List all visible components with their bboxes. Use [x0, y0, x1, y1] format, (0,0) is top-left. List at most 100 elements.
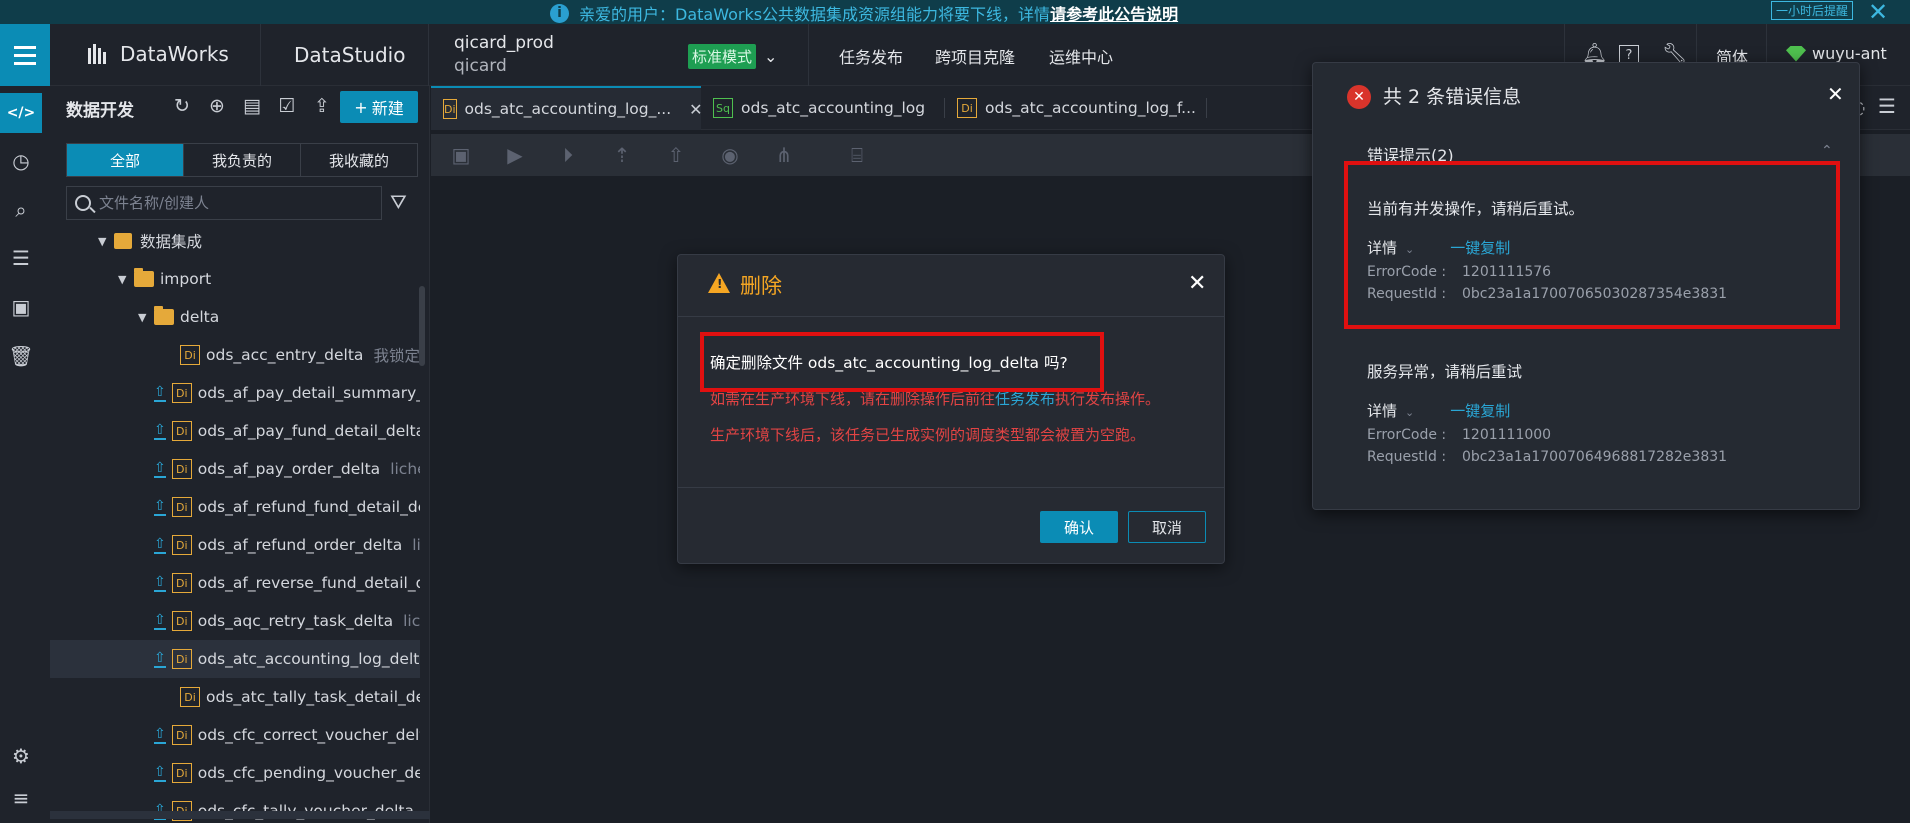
nav-ops-center[interactable]: 运维中心 — [1049, 44, 1113, 68]
published-icon: ⇧ — [154, 574, 166, 592]
list-item[interactable]: ⇧ Di ods_af_refund_fund_detail_del — [50, 488, 420, 526]
publish-icon[interactable]: ⇧ — [664, 143, 688, 167]
refresh-icon[interactable]: ↻ — [168, 92, 196, 120]
file-name: ods_af_refund_fund_detail_del — [197, 498, 420, 516]
editor-tab[interactable]: Sq ods_atc_accounting_log — [701, 86, 945, 130]
run-with-params-icon[interactable]: ⏵ — [556, 143, 580, 167]
dialog-header: 删除 ✕ — [678, 255, 1224, 317]
di-file-icon: Di — [171, 535, 192, 555]
close-icon[interactable]: ✕ — [1188, 271, 1206, 296]
search-icon — [75, 195, 91, 211]
file-name: ods_aqc_retry_task_delta — [197, 612, 394, 630]
list-item[interactable]: ⇧ Di ods_af_pay_detail_summary_d — [50, 374, 420, 412]
warning-icon — [708, 273, 730, 293]
close-icon[interactable]: ✕ — [1827, 82, 1844, 106]
published-icon: ⇧ — [154, 384, 166, 402]
locate-icon[interactable]: ⊕ — [203, 92, 231, 120]
remind-later-button[interactable]: 一小时后提醒 — [1771, 1, 1853, 20]
tab-label: ods_atc_accounting_log_... — [464, 100, 672, 118]
logo[interactable]: DataWorks — [88, 42, 229, 66]
nav-cross-project-clone[interactable]: 跨项目克隆 — [935, 44, 1015, 68]
import-icon[interactable]: ⇪ — [308, 92, 336, 120]
code-icon[interactable]: </> — [0, 93, 42, 133]
list-item-selected[interactable]: ⇧ Di ods_atc_accounting_log_delta — [50, 640, 420, 678]
confirm-button[interactable]: 确认 — [1040, 511, 1118, 543]
notice-link[interactable]: 请参考此公告说明 — [1050, 1, 1178, 25]
chevron-up-icon[interactable]: ⌃ — [1821, 143, 1833, 159]
tree-folder-import[interactable]: ▼ import — [50, 260, 420, 298]
hamburger-menu-button[interactable] — [0, 24, 50, 86]
chevron-down-icon: ▼ — [138, 310, 147, 324]
editor-tab[interactable]: Di ods_atc_accounting_log_... ✕ — [431, 86, 703, 130]
trash-icon[interactable]: 🗑︎ — [0, 336, 42, 376]
user-menu[interactable]: wuyu-ant — [1786, 44, 1887, 63]
project-selector[interactable]: qicard_prod qicard — [454, 32, 554, 78]
tree-label: import — [160, 270, 212, 288]
close-icon[interactable]: ✕ — [1868, 0, 1888, 26]
tab-label: ods_atc_accounting_log_f... — [985, 99, 1196, 117]
submit-icon[interactable]: ⇡ — [610, 143, 634, 167]
sidebar-horizontal-scrollbar[interactable] — [50, 811, 430, 819]
mode-selector[interactable]: 标准模式 ⌄ — [688, 44, 777, 69]
menu-icon[interactable]: ≡ — [0, 778, 42, 818]
list-item[interactable]: ⇧ Di ods_af_pay_fund_detail_delta — [50, 412, 420, 450]
list-item[interactable]: ⇧ Di ods_cfc_correct_voucher_delta — [50, 716, 420, 754]
stop-icon[interactable]: ◉ — [718, 143, 742, 167]
error-icon: ✕ — [1347, 85, 1371, 109]
file-tree: ▼ 数据集成 ▼ import ▼ delta Di ods_acc_entry… — [50, 222, 420, 823]
task-publish-link[interactable]: 任务发布 — [995, 390, 1055, 408]
lineage-icon[interactable]: ⋔ — [772, 143, 796, 167]
clock-icon[interactable]: ◷ — [0, 141, 42, 181]
new-button[interactable]: + 新建 — [340, 91, 418, 123]
nav-task-publish[interactable]: 任务发布 — [839, 44, 903, 68]
di-file-icon: Di — [171, 649, 192, 669]
briefcase-icon[interactable]: ▣ — [0, 287, 42, 327]
script-mode-icon[interactable]: ⌸ — [845, 143, 869, 167]
file-name: ods_cfc_correct_voucher_delta — [197, 726, 420, 744]
sidebar: 数据开发 ↻ ⊕ ▤ ☑ ⇪ +新建 全部 我负责的 我收藏的 ⛛ ▼ 数据集成… — [50, 86, 430, 823]
list-item[interactable]: Di ods_acc_entry_delta 我锁定 — [50, 336, 420, 374]
list-item[interactable]: Di ods_atc_tally_task_detail_delta — [50, 678, 420, 716]
tree-label: 数据集成 — [140, 233, 203, 251]
sql-file-icon: Sq — [713, 98, 733, 118]
calendar-search-icon[interactable]: ▤ — [238, 92, 266, 120]
tab-mine[interactable]: 我负责的 — [184, 144, 301, 176]
search-icon[interactable]: ⌕ — [0, 190, 42, 230]
sidebar-scrollbar[interactable] — [419, 286, 425, 366]
error-panel-title: 共 2 条错误信息 — [1383, 86, 1522, 108]
copy-button[interactable]: 一键复制 — [1450, 400, 1510, 421]
file-search-box[interactable] — [66, 186, 382, 220]
tree-folder-data-integration[interactable]: ▼ 数据集成 — [50, 222, 420, 260]
chevron-down-icon: ⌄ — [764, 47, 778, 66]
list-settings-icon[interactable]: ☰ — [0, 238, 42, 278]
error-item: 服务异常，请稍后重试 详情 ⌄ 一键复制 ErrorCode : 120111100… — [1367, 360, 1807, 465]
settings-icon[interactable]: ⚙ — [0, 736, 42, 776]
tab-all[interactable]: 全部 — [67, 144, 184, 176]
list-item[interactable]: ⇧ Di ods_af_refund_order_delta lic — [50, 526, 420, 564]
list-item[interactable]: ⇧ Di ods_af_reverse_fund_detail_de — [50, 564, 420, 602]
tree-folder-delta[interactable]: ▼ delta — [50, 298, 420, 336]
di-file-icon: Di — [171, 573, 192, 593]
list-item[interactable]: ⇧ Di ods_aqc_retry_task_delta liche — [50, 602, 420, 640]
dialog-title: 删除 — [740, 274, 782, 298]
mode-badge: 标准模式 — [688, 44, 757, 69]
folder-icon — [134, 268, 154, 287]
file-search-input[interactable] — [99, 194, 359, 212]
checklist-icon[interactable]: ☑ — [273, 92, 301, 120]
tab-favorites[interactable]: 我收藏的 — [301, 144, 417, 176]
menu-icon[interactable]: ☰ — [1878, 94, 1896, 118]
module-name[interactable]: DataStudio — [294, 43, 405, 67]
cancel-button[interactable]: 取消 — [1128, 511, 1206, 543]
run-icon[interactable]: ▶ — [503, 143, 527, 167]
published-icon: ⇧ — [154, 422, 166, 440]
save-icon[interactable]: ▣ — [449, 143, 473, 167]
list-item[interactable]: ⇧ Di ods_cfc_pending_voucher_delt — [50, 754, 420, 792]
list-item[interactable]: ⇧ Di ods_af_pay_order_delta licher — [50, 450, 420, 488]
filter-icon[interactable]: ⛛ — [390, 190, 407, 214]
info-icon: i — [550, 3, 569, 23]
published-icon: ⇧ — [154, 650, 166, 668]
details-toggle[interactable]: 详情 ⌄ — [1367, 400, 1414, 421]
di-file-icon: Di — [171, 725, 192, 745]
editor-tab[interactable]: Di ods_atc_accounting_log_f... — [945, 86, 1207, 130]
published-icon: ⇧ — [154, 498, 166, 516]
